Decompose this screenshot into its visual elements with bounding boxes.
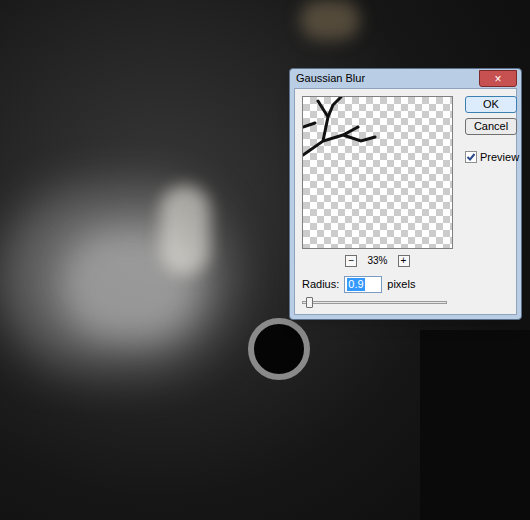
radius-label: Radius: [302, 276, 339, 293]
preview-option[interactable]: Preview [465, 149, 519, 166]
slider-thumb[interactable] [306, 297, 313, 308]
radius-row: Radius: 0.9 pixels [302, 276, 509, 293]
canvas: Gaussian Blur × − 33% + [0, 0, 530, 520]
zoom-row: − 33% + [345, 253, 409, 268]
close-button[interactable]: × [479, 70, 517, 87]
zoom-out-button[interactable]: − [345, 255, 357, 267]
dialog-title: Gaussian Blur [294, 73, 479, 84]
slider-track [302, 301, 447, 304]
radius-value: 0.9 [347, 278, 364, 291]
zoom-in-button[interactable]: + [398, 255, 410, 267]
dialog-body: − 33% + OK Cancel Preview [294, 88, 517, 315]
radius-field[interactable]: 0.9 [344, 276, 382, 293]
preview-checkbox[interactable] [465, 151, 477, 163]
gaussian-blur-dialog: Gaussian Blur × − 33% + [289, 68, 522, 320]
check-icon [466, 152, 476, 162]
radius-slider[interactable] [302, 296, 447, 308]
preview-area[interactable] [302, 96, 453, 249]
ok-button[interactable]: OK [465, 96, 517, 113]
title-bar: Gaussian Blur × [294, 69, 517, 88]
radius-unit: pixels [387, 276, 415, 293]
branch-icon [303, 97, 454, 250]
cancel-button[interactable]: Cancel [465, 118, 517, 135]
preview-label: Preview [480, 149, 519, 166]
zoom-level: 33% [367, 253, 387, 268]
